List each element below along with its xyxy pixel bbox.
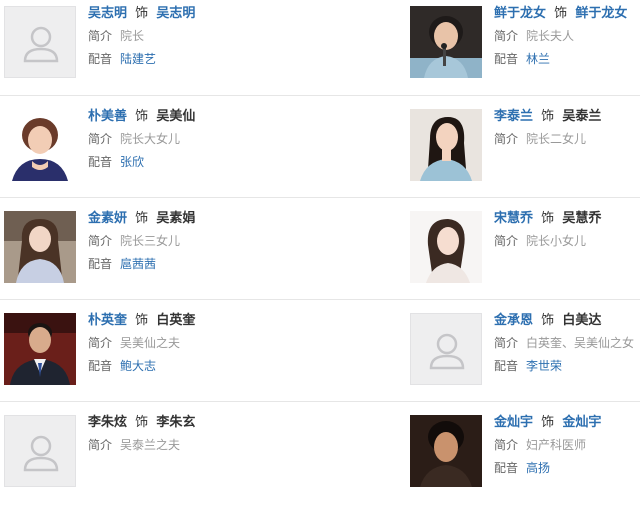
cast-card[interactable]: 鲜于龙女 饰 鲜于龙女 简介 院长夫人 配音 林兰 [410,0,640,100]
dubber-link[interactable]: 扈茜茜 [120,257,156,271]
as-label: 饰 [541,109,555,124]
actor-name-link[interactable]: 金素妍 [88,211,127,226]
actor-name-link[interactable]: 朴英奎 [88,313,127,328]
intro-label: 简介 [494,234,519,248]
intro-text: 院长小女儿 [526,234,587,248]
role-name-link[interactable]: 吴志明 [156,6,195,21]
intro-text: 白英奎、吴美仙之女 [526,336,635,350]
cast-row: 朴美善 饰 吴美仙 简介 院长大女儿 配音 张欣 李泰兰 饰 吴泰兰 简介 院长… [0,103,640,205]
cast-card[interactable]: 吴志明 饰 吴志明 简介 院长 配音 陆建艺 [4,0,304,100]
intro-text: 院长三女儿 [120,234,181,248]
role-name-link[interactable]: 鲜于龙女 [575,6,627,21]
intro-label: 简介 [494,29,519,43]
actor-name-link[interactable]: 朴美善 [88,109,127,124]
actor-name-link[interactable]: 鲜于龙女 [494,6,546,21]
placeholder-avatar-icon [410,313,482,385]
woman-speaking-photo [410,6,482,78]
intro-text: 吴泰兰之夫 [120,438,181,452]
role-name: 李朱玄 [156,415,196,430]
role-name: 吴慧乔 [562,211,602,226]
dub-label: 配音 [494,52,519,66]
dubber-link[interactable]: 高扬 [526,461,550,475]
actor-name-link[interactable]: 李泰兰 [494,109,533,124]
intro-label: 简介 [494,438,519,452]
intro-label: 简介 [88,29,113,43]
actor-name-link[interactable]: 金承恩 [494,313,533,328]
cast-grid: 吴志明 饰 吴志明 简介 院长 配音 陆建艺 鲜于龙女 饰 鲜于龙女 简介 院长… [0,0,640,491]
dubber-link[interactable]: 林兰 [526,52,550,66]
dubber-link[interactable]: 陆建艺 [120,52,156,66]
cast-row: 李朱炫 饰 李朱玄 简介 吴泰兰之夫 金灿宇 饰 金灿宇 简介 妇产科医师 配音… [0,409,640,511]
cast-card[interactable]: 宋慧乔 饰 吴慧乔 简介 院长小女儿 [410,205,640,305]
cast-card[interactable]: 李泰兰 饰 吴泰兰 简介 院长二女儿 [410,103,640,203]
smiling-woman-photo [4,109,76,181]
as-label: 饰 [554,6,568,21]
as-label: 饰 [541,313,555,328]
role-name: 白英奎 [156,313,196,328]
man-suit-photo [4,313,76,385]
dubber-link[interactable]: 张欣 [120,155,144,169]
role-name: 吴泰兰 [562,109,602,124]
woman-longhair-photo [4,211,76,283]
cast-card[interactable]: 金素妍 饰 吴素娟 简介 院长三女儿 配音 扈茜茜 [4,205,304,305]
divider [0,95,640,96]
role-name: 吴素娟 [156,211,196,226]
young-woman-photo [410,109,482,181]
role-name-link[interactable]: 金灿宇 [562,415,601,430]
actor-name-link[interactable]: 吴志明 [88,6,127,21]
intro-label: 简介 [494,132,519,146]
dub-label: 配音 [88,155,113,169]
intro-label: 简介 [88,132,113,146]
as-label: 饰 [135,313,149,328]
cast-card[interactable]: 朴英奎 饰 白英奎 简介 吴美仙之夫 配音 鲍大志 [4,307,304,407]
cast-row: 金素妍 饰 吴素娟 简介 院长三女儿 配音 扈茜茜 宋慧乔 饰 吴慧乔 简介 院… [0,205,640,307]
intro-text: 吴美仙之夫 [120,336,181,350]
intro-label: 简介 [88,234,113,248]
dubber-link[interactable]: 李世荣 [526,359,562,373]
intro-text: 院长大女儿 [120,132,181,146]
cast-row: 吴志明 饰 吴志明 简介 院长 配音 陆建艺 鲜于龙女 饰 鲜于龙女 简介 院长… [0,0,640,102]
cast-card[interactable]: 金承恩 饰 白美达 简介 白英奎、吴美仙之女 配音 李世荣 [410,307,640,407]
intro-label: 简介 [88,336,113,350]
divider [0,401,640,402]
placeholder-avatar-icon [4,6,76,78]
cast-card[interactable]: 朴美善 饰 吴美仙 简介 院长大女儿 配音 张欣 [4,103,304,203]
dub-label: 配音 [494,359,519,373]
role-name: 白美达 [562,313,602,328]
man-portrait-photo [410,415,482,487]
actor-name-link[interactable]: 金灿宇 [494,415,533,430]
as-label: 饰 [541,415,555,430]
dubber-link[interactable]: 鲍大志 [120,359,156,373]
cast-card[interactable]: 李朱炫 饰 李朱玄 简介 吴泰兰之夫 [4,409,304,509]
as-label: 饰 [135,415,149,430]
intro-text: 院长二女儿 [526,132,587,146]
cast-card[interactable]: 金灿宇 饰 金灿宇 简介 妇产科医师 配音 高扬 [410,409,640,509]
role-name: 吴美仙 [156,109,196,124]
dub-label: 配音 [88,359,113,373]
actor-name: 李朱炫 [88,415,128,430]
divider [0,197,640,198]
intro-label: 简介 [494,336,519,350]
intro-text: 院长夫人 [526,29,575,43]
as-label: 饰 [541,211,555,226]
intro-text: 妇产科医师 [526,438,587,452]
divider [0,299,640,300]
cast-row: 朴英奎 饰 白英奎 简介 吴美仙之夫 配音 鲍大志 金承恩 饰 白美达 简介 白… [0,307,640,409]
dub-label: 配音 [88,257,113,271]
placeholder-avatar-icon [4,415,76,487]
as-label: 饰 [135,211,149,226]
actor-name-link[interactable]: 宋慧乔 [494,211,533,226]
dub-label: 配音 [88,52,113,66]
as-label: 饰 [135,109,149,124]
woman-white-bg-photo [410,211,482,283]
intro-text: 院长 [120,29,145,43]
as-label: 饰 [135,6,149,21]
intro-label: 简介 [88,438,113,452]
dub-label: 配音 [494,461,519,475]
